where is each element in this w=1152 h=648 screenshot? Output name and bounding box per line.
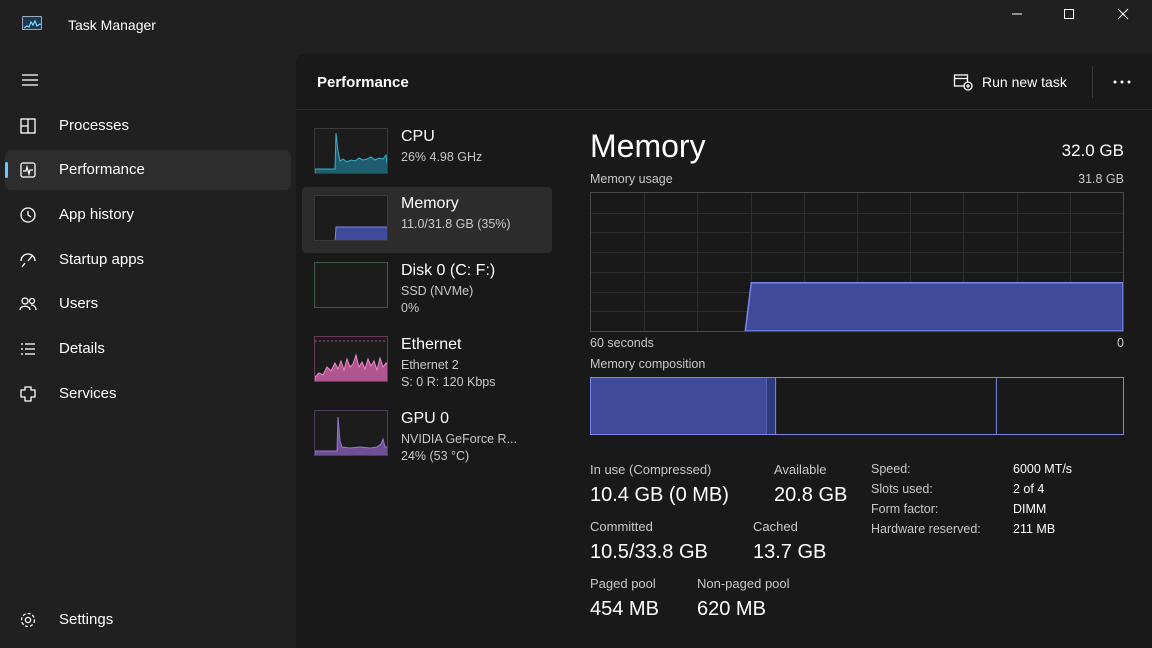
content-header: Performance Run new task (296, 54, 1152, 110)
memory-composition-canvas (591, 378, 1123, 434)
nav-item-app-history[interactable]: App history (5, 195, 291, 235)
available-label: Available (774, 462, 827, 477)
non-paged-pool-value: 620 MB (697, 598, 766, 620)
resource-name: Ethernet (401, 336, 462, 353)
startup-icon (17, 250, 39, 270)
graph-zero-label: 0 (1117, 336, 1124, 350)
memory-title: Memory (590, 128, 706, 164)
resource-name: CPU (401, 128, 435, 145)
settings-icon (17, 610, 39, 630)
nav-item-performance[interactable]: Performance (5, 150, 291, 190)
nav-item-processes[interactable]: Processes (5, 106, 291, 146)
modified-segment (766, 378, 776, 434)
memory-usage-graph (590, 192, 1124, 332)
history-icon (17, 205, 39, 225)
run-new-task-label: Run new task (982, 74, 1067, 90)
header-divider (1092, 66, 1093, 98)
nav-item-users[interactable]: Users (5, 284, 291, 324)
spec-label: Hardware reserved: (871, 522, 981, 536)
in-use-value: 10.4 GB (0 MB) (590, 484, 729, 506)
nav-item-settings[interactable]: Settings (5, 600, 291, 640)
disk-thumbnail-graph (314, 262, 388, 308)
nav-item-label: Details (59, 340, 105, 357)
cached-value: 13.7 GB (753, 541, 827, 563)
resource-detail: 24% (53 °C) (401, 449, 470, 463)
memory-total: 32.0 GB (1061, 141, 1124, 160)
nav-item-label: Settings (59, 611, 114, 628)
memory-usage-area (744, 281, 1124, 332)
in-use-label: In use (Compressed) (590, 462, 712, 477)
spec-label: Form factor: (871, 502, 939, 516)
committed-label: Committed (590, 519, 653, 534)
hamburger-icon[interactable] (18, 70, 42, 90)
nav-item-label: Services (59, 385, 117, 402)
spec-value: DIMM (1013, 502, 1047, 516)
ethernet-thumbnail-graph (314, 336, 388, 382)
navigation-pane: Processes Performance App history Startu… (0, 52, 296, 648)
page-title: Performance (317, 74, 409, 91)
nav-item-details[interactable]: Details (5, 329, 291, 369)
paged-pool-label: Paged pool (590, 576, 656, 591)
paged-pool-value: 454 MB (590, 598, 659, 620)
gpu-thumbnail-graph (314, 410, 388, 456)
non-paged-pool-label: Non-paged pool (697, 576, 790, 591)
resource-item-memory[interactable]: Memory 11.0/31.8 GB (35%) (302, 187, 552, 253)
spec-label: Speed: (871, 462, 911, 476)
close-icon[interactable] (1100, 0, 1146, 28)
memory-thumbnail-graph (314, 195, 388, 241)
task-manager-app-icon (22, 16, 42, 30)
resource-name: GPU 0 (401, 410, 450, 427)
cached-label: Cached (753, 519, 798, 534)
resource-detail: Ethernet 2 (401, 358, 459, 372)
maximize-icon[interactable] (1046, 0, 1092, 28)
resource-detail: S: 0 R: 120 Kbps (401, 375, 496, 389)
resource-name: Disk 0 (C: F:) (401, 262, 496, 279)
memory-composition-bar (590, 377, 1124, 435)
standby-segment (776, 378, 997, 434)
more-options-icon[interactable] (1108, 68, 1136, 96)
spec-label: Slots used: (871, 482, 933, 496)
performance-panel: Performance Run new task CPU 26% 4.98 GH… (296, 54, 1152, 648)
in-use-segment (591, 378, 767, 434)
resource-name: Memory (401, 195, 459, 212)
nav-item-services[interactable]: Services (5, 374, 291, 414)
spec-value: 2 of 4 (1013, 482, 1045, 496)
details-icon (17, 339, 39, 359)
spec-value: 211 MB (1013, 522, 1056, 536)
performance-icon (17, 160, 39, 180)
nav-item-label: App history (59, 206, 135, 223)
resource-detail: 0% (401, 301, 420, 315)
run-new-task-icon (952, 72, 974, 92)
spec-value: 6000 MT/s (1013, 462, 1073, 476)
resource-detail: SSD (NVMe) (401, 284, 474, 298)
minimize-icon[interactable] (994, 0, 1040, 28)
users-icon (17, 294, 39, 314)
resource-item-gpu[interactable]: GPU 0 NVIDIA GeForce R... 24% (53 °C) (302, 402, 552, 468)
run-new-task-button[interactable]: Run new task (952, 66, 1067, 98)
processes-icon (17, 116, 39, 136)
memory-usage-max: 31.8 GB (1078, 172, 1124, 186)
graph-time-label: 60 seconds (590, 336, 654, 350)
resource-detail: 26% 4.98 GHz (401, 150, 483, 164)
title-bar: Task Manager (0, 0, 1152, 52)
nav-item-startup-apps[interactable]: Startup apps (5, 240, 291, 280)
resource-detail: NVIDIA GeForce R... (401, 432, 518, 446)
resource-item-cpu[interactable]: CPU 26% 4.98 GHz (302, 120, 552, 186)
memory-composition-label: Memory composition (590, 357, 706, 371)
cpu-thumbnail-graph (314, 128, 388, 174)
nav-item-label: Startup apps (59, 251, 145, 268)
nav-item-label: Users (59, 295, 99, 312)
window-title: Task Manager (68, 17, 156, 33)
nav-item-label: Processes (59, 117, 130, 134)
available-value: 20.8 GB (774, 484, 848, 506)
resource-detail: 11.0/31.8 GB (35%) (401, 217, 511, 231)
memory-usage-graph-canvas (591, 193, 1124, 332)
nav-item-label: Performance (59, 161, 145, 178)
services-icon (17, 384, 39, 404)
memory-usage-label: Memory usage (590, 172, 673, 186)
resource-item-disk[interactable]: Disk 0 (C: F:) SSD (NVMe) 0% (302, 254, 552, 320)
committed-value: 10.5/33.8 GB (590, 541, 708, 563)
resource-item-ethernet[interactable]: Ethernet Ethernet 2 S: 0 R: 120 Kbps (302, 328, 552, 394)
free-segment (996, 378, 1123, 434)
